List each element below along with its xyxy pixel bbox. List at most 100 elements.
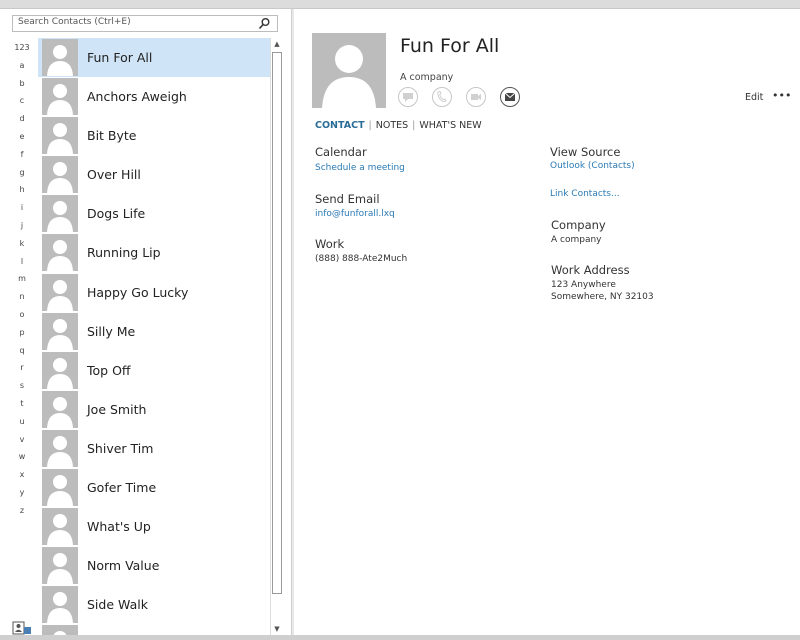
avatar <box>42 469 78 507</box>
search-box[interactable]: Search Contacts (Ctrl+E) <box>12 15 278 32</box>
alphabet-index-item[interactable]: m <box>10 270 34 288</box>
alphabet-index-item[interactable]: b <box>10 75 34 93</box>
alphabet-index-item[interactable]: 123 <box>10 39 34 57</box>
contact-name-label: Fun For All <box>87 50 153 65</box>
avatar <box>42 547 78 585</box>
contact-list-item[interactable]: Bit Byte <box>38 116 270 155</box>
search-icon[interactable] <box>258 17 271 30</box>
contact-list-item[interactable]: What's Up <box>38 507 270 546</box>
work-address-line2: Somewhere, NY 32103 <box>551 292 654 302</box>
person-silhouette-icon <box>47 514 73 546</box>
contact-list-item[interactable] <box>38 624 270 635</box>
avatar <box>42 234 78 272</box>
tab-notes[interactable]: NOTES <box>376 120 408 131</box>
contacts-view-icon[interactable] <box>12 621 32 635</box>
contacts-pane: Search Contacts (Ctrl+E) 123 a b c d e f g h i j k l… <box>0 9 292 636</box>
scroll-thumb[interactable] <box>272 52 282 594</box>
link-contacts-link[interactable]: Link Contacts... <box>550 189 620 199</box>
contact-name-label: Anchors Aweigh <box>87 89 187 105</box>
person-silhouette-icon <box>47 240 73 272</box>
outlook-contacts-link[interactable]: Outlook (Contacts) <box>550 161 635 171</box>
company-value: A company <box>551 235 602 245</box>
alphabet-index-item[interactable]: j <box>10 217 34 235</box>
scroll-up-icon[interactable]: ▲ <box>272 39 282 50</box>
alphabet-index-item[interactable]: a <box>10 57 34 75</box>
person-silhouette-icon <box>47 318 73 350</box>
alphabet-index-item[interactable]: s <box>10 377 34 395</box>
contact-list-item[interactable]: Happy Go Lucky <box>38 273 270 312</box>
alphabet-index-item[interactable]: d <box>10 110 34 128</box>
tab-separator: | <box>368 120 372 131</box>
contact-list-item[interactable]: Over Hill <box>38 155 270 194</box>
edit-button[interactable]: Edit <box>745 92 763 103</box>
contact-name: Fun For All <box>400 35 500 57</box>
tab-whats-new[interactable]: WHAT'S NEW <box>419 120 481 131</box>
search-input[interactable]: Search Contacts (Ctrl+E) <box>18 17 131 27</box>
alphabet-index-item[interactable]: l <box>10 253 34 271</box>
contact-name-label: Running Lip <box>87 245 161 261</box>
avatar <box>42 78 78 116</box>
alphabet-index-item[interactable]: u <box>10 413 34 431</box>
email-icon[interactable] <box>500 87 520 107</box>
alphabet-index-item[interactable]: e <box>10 128 34 146</box>
email-link[interactable]: info@funforall.lxq <box>315 209 395 219</box>
contact-list-item[interactable]: Top Off <box>38 351 270 390</box>
more-options-icon[interactable]: ••• <box>772 89 791 102</box>
contact-list-item[interactable]: Running Lip <box>38 233 270 272</box>
person-silhouette-icon <box>47 435 73 467</box>
video-icon[interactable] <box>466 87 486 107</box>
person-silhouette-icon <box>47 553 73 585</box>
avatar <box>42 273 78 311</box>
contact-list-item[interactable]: Norm Value <box>38 546 270 585</box>
person-silhouette-icon <box>47 84 73 116</box>
avatar <box>42 351 78 389</box>
alphabet-index-item[interactable]: z <box>10 502 34 520</box>
contact-name-label: Shiver Tim <box>87 440 154 456</box>
alphabet-index-item[interactable]: k <box>10 235 34 253</box>
alphabet-index-item[interactable]: h <box>10 181 34 199</box>
contact-list-item[interactable]: Side Walk <box>38 585 270 624</box>
message-icon[interactable] <box>398 87 418 107</box>
contact-list-item[interactable]: Anchors Aweigh <box>38 77 270 116</box>
alphabet-index-item[interactable]: x <box>10 466 34 484</box>
phone-icon[interactable] <box>432 87 452 107</box>
contact-list-item[interactable]: Fun For All <box>38 38 270 78</box>
calendar-label: Calendar <box>315 145 367 159</box>
work-phone-value: (888) 888-Ate2Much <box>315 254 408 264</box>
alphabet-index-item[interactable]: f <box>10 146 34 164</box>
alphabet-index-item[interactable]: p <box>10 324 34 342</box>
person-silhouette-icon <box>47 162 73 194</box>
contact-list-scrollbar[interactable]: ▲ ▼ <box>270 38 283 636</box>
alphabet-index-item[interactable]: i <box>10 199 34 217</box>
alphabet-index-item[interactable]: r <box>10 359 34 377</box>
contact-name-label: Happy Go Lucky <box>87 284 189 300</box>
contact-list-item[interactable]: Silly Me <box>38 312 270 351</box>
alphabet-index-item[interactable]: o <box>10 306 34 324</box>
contact-company-subtitle: A company <box>400 72 454 83</box>
avatar <box>42 586 78 624</box>
alphabet-index-item[interactable]: y <box>10 484 34 502</box>
alphabet-index-item[interactable]: g <box>10 164 34 182</box>
contact-list-item[interactable]: Joe Smith <box>38 390 270 429</box>
avatar <box>42 39 78 76</box>
contact-name-label: Over Hill <box>87 167 141 183</box>
scroll-down-icon[interactable]: ▼ <box>272 624 282 635</box>
contact-list-item[interactable]: Gofer Time <box>38 468 270 507</box>
alphabet-index-item[interactable]: q <box>10 342 34 360</box>
alphabet-index-item[interactable]: c <box>10 92 34 110</box>
work-address-label: Work Address <box>551 263 630 277</box>
contact-list-item[interactable]: Dogs Life <box>38 194 270 233</box>
alphabet-index-item[interactable]: t <box>10 395 34 413</box>
person-silhouette-icon <box>47 45 73 76</box>
tab-contact[interactable]: CONTACT <box>315 120 365 131</box>
contact-list-item[interactable]: Shiver Tim <box>38 429 270 468</box>
tab-separator: | <box>412 120 416 131</box>
schedule-meeting-link[interactable]: Schedule a meeting <box>315 163 405 173</box>
person-silhouette-icon <box>53 631 67 635</box>
person-silhouette-icon <box>47 357 73 389</box>
alphabet-index-item[interactable]: w <box>10 448 34 466</box>
company-label: Company <box>551 218 606 232</box>
alphabet-index-item[interactable]: v <box>10 431 34 449</box>
alphabet-index-item[interactable]: n <box>10 288 34 306</box>
contact-detail-pane: Fun For All A company Edit ••• CONTACT | N… <box>294 9 800 635</box>
